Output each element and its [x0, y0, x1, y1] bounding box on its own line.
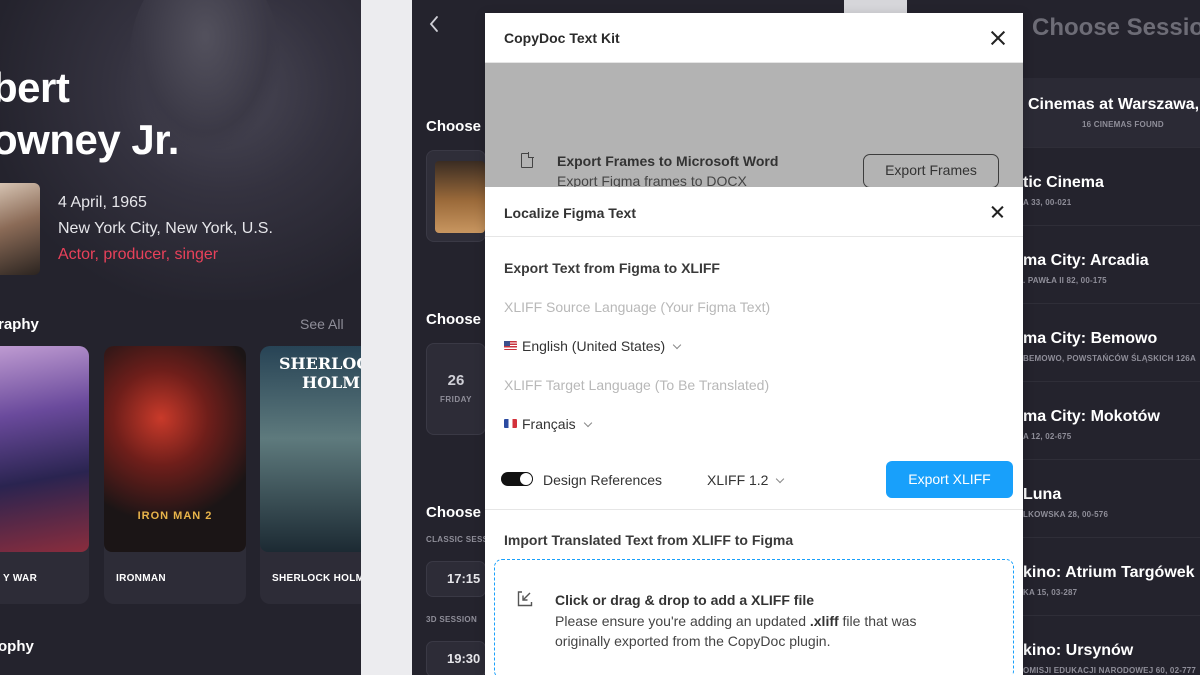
- movie-title: Y WAR: [3, 573, 38, 584]
- import-icon: [516, 590, 534, 608]
- dropzone-text-bold: .xliff: [809, 613, 839, 629]
- movie-card[interactable]: IRON MAN 2 IRONMAN: [104, 346, 246, 604]
- date-chip[interactable]: 26 FRIDAY: [426, 343, 486, 435]
- choose-heading: Choose: [426, 504, 482, 521]
- 3d-session-label: 3D SESSION: [426, 615, 478, 624]
- source-language-value: English (United States): [522, 338, 666, 354]
- movie-poster: [0, 346, 89, 552]
- choose-heading: Choose: [426, 118, 482, 135]
- target-language-select[interactable]: Français: [504, 416, 592, 432]
- movie-poster: IRON MAN 2: [104, 346, 246, 552]
- date-weekday: FRIDAY: [439, 395, 473, 404]
- cinema-name: ma City: Bemowo: [1023, 330, 1158, 347]
- fr-flag-icon: [504, 419, 517, 428]
- document-icon: [521, 152, 534, 168]
- cinema-name: kino: Atrium Targówek: [1023, 564, 1195, 581]
- movie-card[interactable]: SHERLOCK HOLM SHERLOCK HOLME: [260, 346, 361, 604]
- dropzone-text-part: Please ensure you're adding an updated: [555, 613, 810, 629]
- section-divider: [485, 509, 1023, 510]
- dropzone-description: Please ensure you're adding an updated .…: [555, 611, 955, 651]
- target-language-placeholder: XLIFF Target Language (To Be Translated): [504, 377, 770, 393]
- choose-heading: Choose: [426, 311, 482, 328]
- chevron-down-icon: [583, 418, 592, 428]
- cinema-name: ma City: Mokotów: [1023, 408, 1160, 425]
- movie-poster: SHERLOCK HOLM: [260, 346, 361, 552]
- localize-header: Localize Figma Text: [485, 187, 1023, 237]
- export-frames-section: Export Frames to Microsoft Word Export F…: [485, 63, 1023, 187]
- time-chip[interactable]: 19:30: [426, 641, 486, 675]
- cinema-name: kino: Ursynów: [1023, 642, 1134, 659]
- actor-name-line2: owney Jr.: [0, 116, 179, 163]
- export-frames-title: Export Frames to Microsoft Word: [557, 153, 779, 169]
- cinema-address: KA 15, 03-287: [1023, 588, 1078, 597]
- dropzone-title: Click or drag & drop to add a XLIFF file: [555, 592, 815, 608]
- cinema-address: LKOWSKA 28, 00-576: [1023, 510, 1109, 519]
- actor-profile-screen: bert owney Jr. 4 April, 1965 New York Ci…: [0, 0, 361, 675]
- cinema-name: tic Cinema: [1023, 174, 1104, 191]
- movie-title: IRONMAN: [116, 573, 166, 584]
- close-icon[interactable]: [987, 201, 1009, 223]
- actor-avatar: [0, 183, 40, 275]
- see-all-link[interactable]: See All: [300, 316, 344, 332]
- date-number: 26: [447, 372, 465, 389]
- us-flag-icon: [504, 341, 517, 350]
- cinema-thumbnail[interactable]: [426, 150, 486, 242]
- cinema-name: ma City: Arcadia: [1023, 252, 1149, 269]
- localize-title: Localize Figma Text: [504, 205, 636, 221]
- cinema-name: Luna: [1023, 486, 1062, 503]
- source-language-select[interactable]: English (United States): [504, 338, 682, 354]
- cinema-address: A 12, 02-675: [1023, 432, 1072, 441]
- filmography-heading: raphy: [0, 316, 39, 333]
- design-references-toggle[interactable]: [501, 472, 533, 486]
- cinema-address: OMISJI EDUKACJI NARODOWEJ 60, 02-777: [1023, 666, 1197, 675]
- import-xliff-heading: Import Translated Text from XLIFF to Fig…: [504, 532, 794, 548]
- cinema-name: Cinemas at Warszawa,: [1028, 96, 1200, 113]
- cinema-address: . PAWŁA II 82, 00-175: [1023, 276, 1107, 285]
- xliff-dropzone[interactable]: Click or drag & drop to add a XLIFF file…: [494, 559, 1014, 675]
- classic-session-label: CLASSIC SESS: [426, 535, 489, 544]
- export-frames-subtitle: Export Figma frames to DOCX: [557, 173, 747, 187]
- xliff-version-value: XLIFF 1.2: [707, 472, 769, 488]
- export-xliff-heading: Export Text from Figma to XLIFF: [504, 260, 720, 276]
- time-chip[interactable]: 17:15: [426, 561, 486, 597]
- export-frames-button[interactable]: Export Frames: [863, 154, 999, 187]
- chevron-down-icon: [672, 340, 682, 350]
- birth-place: New York City, New York, U.S.: [58, 220, 273, 237]
- movie-title: SHERLOCK HOLME: [272, 573, 361, 584]
- actor-roles: Actor, producer, singer: [58, 246, 219, 263]
- target-language-value: Français: [522, 416, 576, 432]
- chevron-left-icon[interactable]: [428, 14, 442, 38]
- copydoc-plugin-window: CopyDoc Text Kit Export Frames to Micros…: [485, 13, 1023, 675]
- cinema-address: A 33, 00-021: [1023, 198, 1072, 207]
- chevron-down-icon: [776, 474, 785, 484]
- design-references-label: Design References: [543, 472, 663, 488]
- source-language-placeholder: XLIFF Source Language (Your Figma Text): [504, 299, 771, 315]
- movie-card[interactable]: Y WAR: [0, 346, 89, 604]
- xliff-version-select[interactable]: XLIFF 1.2: [707, 472, 785, 488]
- poster-caption: IRON MAN 2: [137, 510, 213, 522]
- poster-caption: SHERLOCK HOLM: [279, 354, 361, 392]
- export-xliff-button[interactable]: Export XLIFF: [886, 461, 1013, 498]
- cinema-address: 16 CINEMAS FOUND: [1082, 120, 1164, 129]
- plugin-header: CopyDoc Text Kit: [485, 13, 1023, 63]
- birth-date: 4 April, 1965: [58, 194, 147, 211]
- biography-heading: ophy: [0, 638, 34, 655]
- actor-name-line1: bert: [0, 64, 70, 111]
- canvas-gap: [844, 0, 907, 14]
- cinema-address: BEMOWO, POWSTAŃCÓW ŚLĄSKICH 126A: [1023, 354, 1196, 363]
- close-icon[interactable]: [987, 27, 1009, 49]
- actor-name: bert owney Jr.: [0, 62, 179, 166]
- localize-dialog: Localize Figma Text Export Text from Fig…: [485, 187, 1023, 675]
- screen-title: Choose Sessio: [1032, 14, 1200, 41]
- plugin-title: CopyDoc Text Kit: [504, 30, 620, 46]
